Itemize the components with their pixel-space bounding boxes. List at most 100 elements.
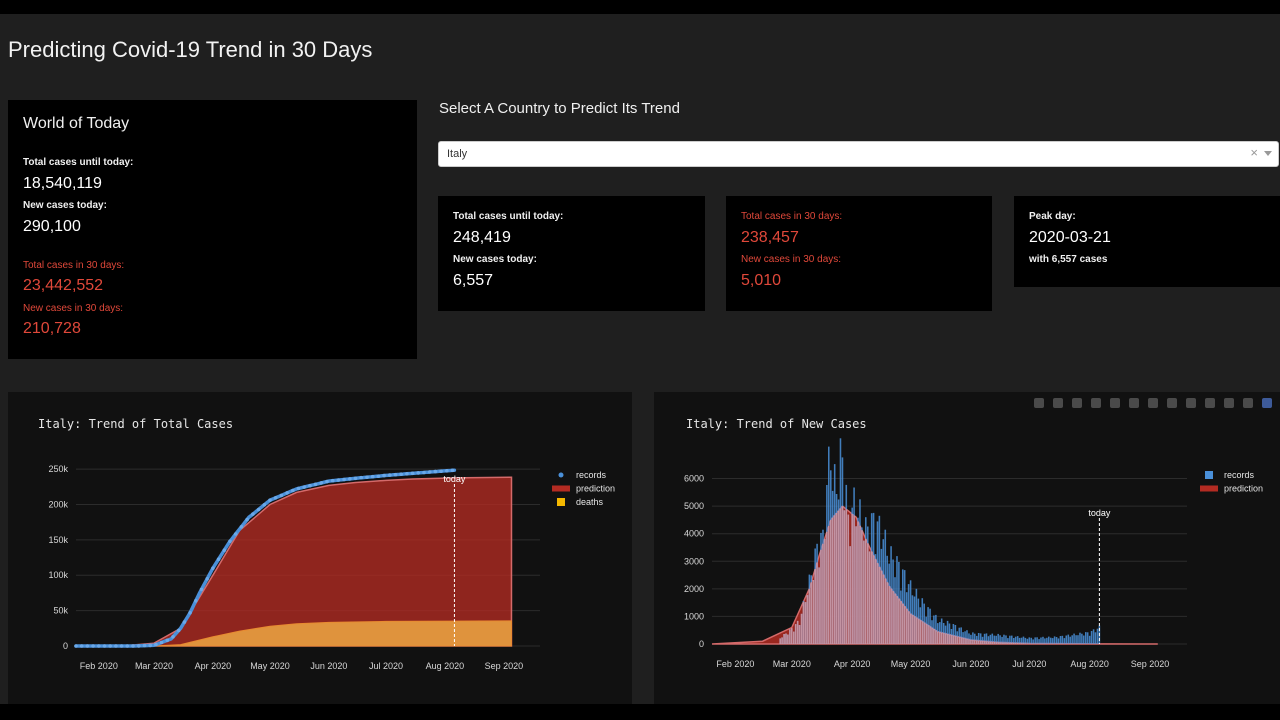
world-total-value: 18,540,119 xyxy=(23,175,102,192)
records-point xyxy=(222,548,227,552)
overlap-bar xyxy=(974,640,976,644)
overlap-bar xyxy=(905,608,908,644)
overlap-bar xyxy=(954,636,957,644)
overlap-bar xyxy=(876,562,879,644)
lasso-icon[interactable] xyxy=(1110,398,1120,408)
overlap-bar xyxy=(925,623,927,644)
overlap-bar xyxy=(837,510,840,644)
y-tick-label: 50k xyxy=(53,606,68,616)
overlap-bar xyxy=(979,640,982,645)
overlap-bar xyxy=(878,566,881,644)
overlap-bar xyxy=(835,513,838,644)
y-tick-label: 0 xyxy=(699,639,704,649)
plotly-logo-icon[interactable] xyxy=(1262,398,1272,408)
overlap-bar xyxy=(931,627,933,645)
overlap-bar xyxy=(824,538,826,644)
overlap-bar xyxy=(1040,643,1042,644)
overlap-bar xyxy=(1005,642,1007,644)
y-tick-label: 250k xyxy=(48,464,68,474)
records-point xyxy=(376,474,381,478)
overlap-bar xyxy=(843,510,846,644)
overlap-bar xyxy=(948,634,951,644)
overlap-bar xyxy=(985,641,988,644)
overlap-bar xyxy=(1011,642,1013,644)
records-point xyxy=(148,643,152,648)
overlap-bar xyxy=(839,508,842,644)
overlap-bar xyxy=(966,638,968,644)
overlap-bar xyxy=(999,642,1001,644)
records-point xyxy=(216,557,221,561)
overlap-bar xyxy=(1028,643,1031,644)
legend-label: records xyxy=(1224,470,1255,480)
overlap-bar xyxy=(880,570,883,644)
zoom-in-icon[interactable] xyxy=(1129,398,1139,408)
overlap-bar xyxy=(781,637,783,644)
deaths-area xyxy=(76,620,513,647)
peak-label: Peak day: xyxy=(1029,211,1076,222)
records-point xyxy=(313,482,318,487)
overlap-bar xyxy=(1013,642,1015,644)
records-bar xyxy=(1075,635,1077,644)
overlap-bar xyxy=(1036,643,1038,644)
bottom-bar xyxy=(0,704,1280,720)
records-point xyxy=(245,517,249,522)
world-new-value: 290,100 xyxy=(23,218,81,235)
autoscale-icon[interactable] xyxy=(1167,398,1177,408)
legend-records-marker xyxy=(1205,471,1213,479)
records-bar xyxy=(1026,638,1029,644)
records-point xyxy=(102,644,107,648)
overlap-bar xyxy=(1042,643,1044,644)
spike-lines-icon[interactable] xyxy=(1205,398,1215,408)
legend-records-marker xyxy=(558,472,564,478)
camera-icon[interactable] xyxy=(1034,398,1044,408)
hover-compare-icon[interactable] xyxy=(1243,398,1253,408)
overlap-bar xyxy=(853,515,855,644)
overlap-bar xyxy=(950,635,953,644)
overlap-bar xyxy=(1038,643,1040,644)
overlap-bar xyxy=(798,625,801,644)
overlap-bar xyxy=(894,593,896,644)
overlap-bar xyxy=(800,613,803,644)
zoom-out-icon[interactable] xyxy=(1148,398,1158,408)
overlap-bar xyxy=(1032,643,1034,644)
records-point xyxy=(142,643,147,648)
overlap-bar xyxy=(822,543,824,644)
legend-label: deaths xyxy=(576,497,604,507)
records-bar xyxy=(1046,637,1048,644)
hover-closest-icon[interactable] xyxy=(1224,398,1234,408)
legend-label: prediction xyxy=(1224,484,1263,494)
overlap-bar xyxy=(789,629,791,644)
y-tick-label: 0 xyxy=(63,641,68,651)
country-dropdown[interactable]: Italy × xyxy=(438,141,1279,167)
records-bar xyxy=(1053,636,1056,644)
overlap-bar xyxy=(997,642,999,644)
new-cases-chart[interactable]: 0 1000 2000 3000 4000 5000 6000 Feb 2020 Mar 202… xyxy=(654,392,1280,704)
records-point xyxy=(308,483,312,488)
reset-axes-icon[interactable] xyxy=(1186,398,1196,408)
zoom-icon[interactable] xyxy=(1053,398,1063,408)
country-current-card: Total cases until today: 248,419 New cas… xyxy=(438,196,705,311)
overlap-bar xyxy=(923,622,925,644)
records-point xyxy=(393,472,398,477)
x-tick-label: Apr 2020 xyxy=(195,661,232,671)
overlap-bar xyxy=(937,631,939,644)
top-bar xyxy=(0,0,1280,14)
box-select-icon[interactable] xyxy=(1091,398,1101,408)
records-bar xyxy=(1061,635,1064,644)
overlap-bar xyxy=(855,526,857,644)
records-point xyxy=(291,488,295,493)
peak-value: 2020-03-21 xyxy=(1029,229,1111,246)
overlap-bar xyxy=(917,618,920,644)
chevron-down-icon[interactable] xyxy=(1264,151,1272,156)
clear-icon[interactable]: × xyxy=(1250,145,1258,160)
records-point xyxy=(176,628,181,633)
overlap-bar xyxy=(902,603,904,644)
records-bar xyxy=(1063,638,1066,644)
records-point xyxy=(370,474,375,479)
total-cases-chart[interactable]: 0 50k 100k 150k 200k 250k Feb 2020 Mar 2020 Apr … xyxy=(8,392,632,704)
records-point xyxy=(445,469,449,473)
y-tick-label: 4000 xyxy=(684,529,704,539)
pan-icon[interactable] xyxy=(1072,398,1082,408)
overlap-bar xyxy=(793,631,795,644)
overlap-bar xyxy=(915,617,918,644)
